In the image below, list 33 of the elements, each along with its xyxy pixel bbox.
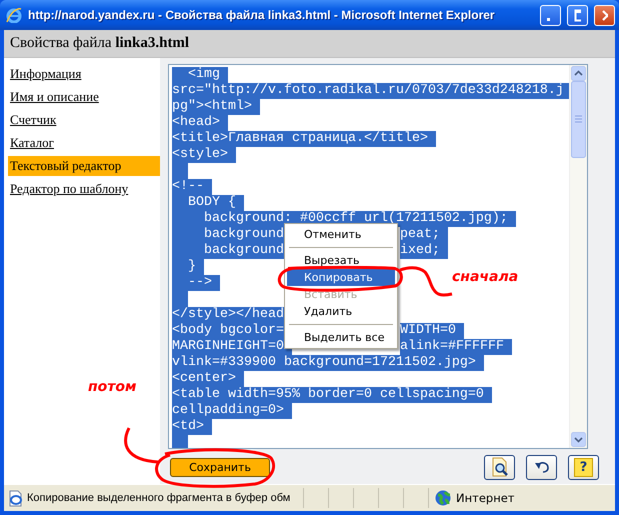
menu-item[interactable]: Копировать: [287, 269, 395, 286]
maximize-icon: [574, 8, 581, 22]
sidebar-link[interactable]: Текстовый редактор: [8, 156, 160, 176]
sidebar-link[interactable]: Редактор по шаблону: [8, 179, 160, 199]
scroll-up-icon[interactable]: [571, 66, 586, 81]
undo-icon: [534, 460, 550, 474]
scroll-thumb[interactable]: [571, 81, 586, 158]
marker-squiggle: [400, 266, 452, 296]
close-button[interactable]: [594, 4, 615, 26]
annotation-note: потом: [88, 379, 136, 395]
minimize-button[interactable]: [540, 4, 561, 26]
zone-label: Интернет: [456, 491, 514, 505]
page-heading: Свойства файла linka3.html: [10, 35, 190, 52]
scroll-down-icon[interactable]: [571, 432, 586, 447]
help-button[interactable]: ?: [568, 454, 599, 480]
sidebar-link[interactable]: Счетчик: [8, 110, 160, 130]
minimize-icon: [547, 18, 550, 20]
annotation-note: сначала: [452, 269, 518, 285]
save-button[interactable]: Сохранить: [170, 458, 270, 476]
magnifier-page-icon: [491, 457, 508, 477]
browser-icon: [6, 7, 22, 23]
globe-icon: [435, 490, 451, 506]
close-icon: [601, 8, 608, 22]
maximize-button[interactable]: [567, 4, 588, 26]
preview-button[interactable]: [484, 454, 515, 480]
window-title: http://narod.yandex.ru - Свойства файла linka3.html - Microsoft Internet Explorer: [28, 8, 496, 22]
sidebar-link[interactable]: Информация: [8, 64, 160, 84]
sidebar-link[interactable]: Имя и описание: [8, 87, 160, 107]
undo-button[interactable]: [526, 454, 557, 480]
sidebar-link[interactable]: Каталог: [8, 133, 160, 153]
marker-curve: [124, 427, 158, 464]
page-icon: [7, 490, 23, 506]
status-text: Копирование выделенного фрагмента в буфер обм: [27, 492, 292, 504]
